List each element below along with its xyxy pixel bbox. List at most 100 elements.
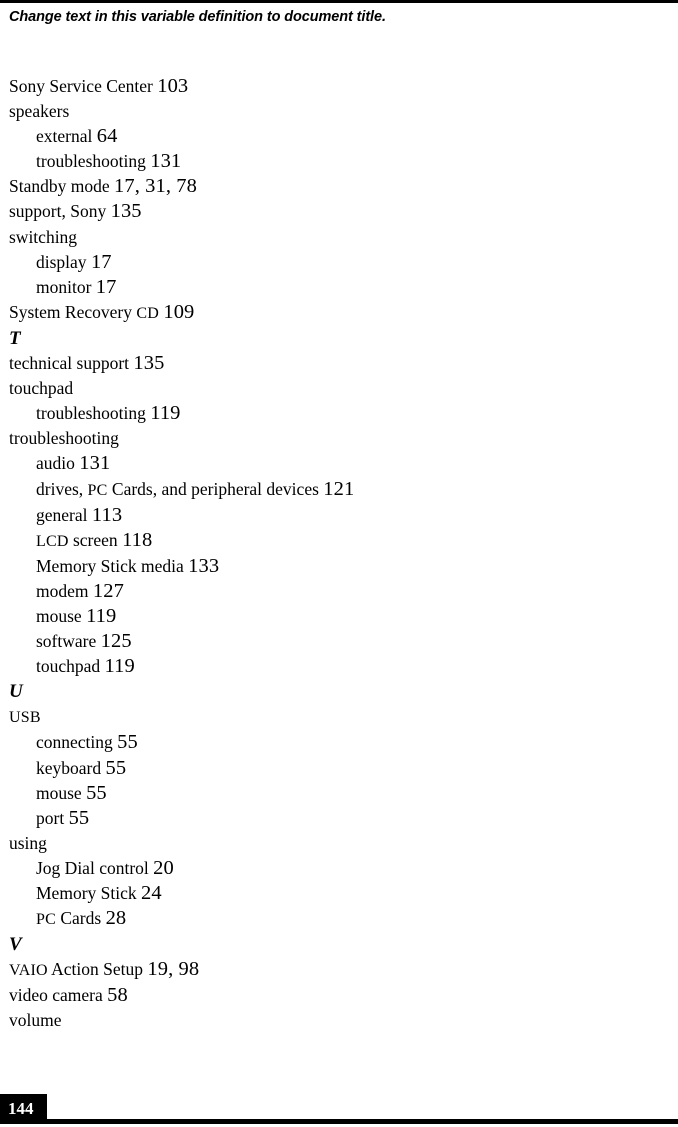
index-entry-pages[interactable]: 135 — [133, 352, 164, 374]
index-entry-pages[interactable]: 20 — [153, 857, 174, 879]
index-entry[interactable]: general 113 — [0, 503, 678, 528]
index-entry-pages[interactable]: 17 — [91, 251, 112, 273]
index-entry-pages[interactable]: 109 — [163, 301, 194, 323]
index-entry-label: monitor — [36, 276, 92, 297]
index-entry-pages[interactable]: 19, 98 — [147, 958, 199, 980]
index-entry-pages[interactable]: 64 — [97, 125, 118, 147]
index-entry[interactable]: monitor 17 — [0, 275, 678, 300]
index-entry-pages[interactable]: 118 — [122, 529, 152, 551]
index-entry-label: troubleshooting — [36, 151, 146, 172]
index-entry-label: video camera — [9, 985, 103, 1006]
index-entry-pages[interactable]: 28 — [106, 907, 127, 929]
index-entry[interactable]: Memory Stick 24 — [0, 881, 678, 906]
index-entry[interactable]: modem 127 — [0, 579, 678, 604]
index-entry-label: modem — [36, 580, 89, 601]
index-entry-label: drives, PC Cards, and peripheral devices — [36, 478, 319, 499]
index-entry-label: touchpad — [9, 378, 74, 399]
index-entry-label: audio — [36, 453, 75, 474]
index-entry[interactable]: USB — [0, 704, 678, 730]
index-entry-pages[interactable]: 17, 31, 78 — [114, 175, 197, 197]
index-entry-label: display — [36, 251, 87, 272]
index-entry[interactable]: Sony Service Center 103 — [0, 74, 678, 99]
index-entry-label: general — [36, 504, 88, 525]
index-entry[interactable]: touchpad 119 — [0, 654, 678, 679]
index-entry[interactable]: troubleshooting 131 — [0, 149, 678, 174]
index-entry[interactable]: keyboard 55 — [0, 756, 678, 781]
page-footer: 144 — [0, 1093, 678, 1127]
index-entry-pages[interactable]: 119 — [150, 402, 180, 424]
index-entry-list: Sony Service Center 103 speakers external … — [0, 74, 678, 1034]
index-entry-label: Jog Dial control — [36, 857, 149, 878]
index-entry[interactable]: software 125 — [0, 629, 678, 654]
document-header-note: Change text in this variable definition … — [9, 9, 386, 25]
index-entry-label: port — [36, 807, 65, 828]
index-entry-pages[interactable]: 131 — [79, 452, 110, 474]
index-entry[interactable]: troubleshooting 119 — [0, 401, 678, 426]
index-entry[interactable]: connecting 55 — [0, 730, 678, 755]
index-entry-label: external — [36, 126, 93, 147]
index-entry-pages[interactable]: 113 — [92, 504, 122, 526]
index-entry-label: mouse — [36, 782, 82, 803]
index-entry[interactable]: touchpad — [0, 376, 678, 401]
index-entry-pages[interactable]: 103 — [157, 75, 188, 97]
index-entry-label: troubleshooting — [36, 403, 146, 424]
index-entry[interactable]: mouse 119 — [0, 604, 678, 629]
index-entry-label: keyboard — [36, 757, 102, 778]
index-entry[interactable]: Memory Stick media 133 — [0, 554, 678, 579]
index-entry-label: System Recovery CD — [9, 301, 159, 322]
index-entry[interactable]: technical support 135 — [0, 351, 678, 376]
index-entry[interactable]: drives, PC Cards, and peripheral devices… — [0, 477, 678, 503]
index-entry-pages[interactable]: 17 — [96, 276, 117, 298]
index-entry[interactable]: support, Sony 135 — [0, 199, 678, 224]
index-entry[interactable]: audio 131 — [0, 451, 678, 476]
index-entry[interactable]: port 55 — [0, 806, 678, 831]
index-entry-pages[interactable]: 55 — [69, 807, 90, 829]
index-entry[interactable]: Standby mode 17, 31, 78 — [0, 174, 678, 199]
index-entry-label: connecting — [36, 732, 113, 753]
index-section-letter: T — [9, 327, 21, 349]
index-entry-pages[interactable]: 133 — [188, 555, 219, 577]
index-entry[interactable]: speakers — [0, 99, 678, 124]
index-entry[interactable]: mouse 55 — [0, 781, 678, 806]
index-entry-label: support, Sony — [9, 201, 107, 222]
index-entry-pages[interactable]: 131 — [150, 150, 181, 172]
index-entry[interactable]: PC Cards 28 — [0, 906, 678, 932]
index-entry-label: software — [36, 631, 97, 652]
index-entry-label: mouse — [36, 605, 82, 626]
index-entry[interactable]: display 17 — [0, 250, 678, 275]
index-entry[interactable]: volume — [0, 1008, 678, 1033]
page-number: 144 — [8, 1099, 34, 1118]
index-entry[interactable]: VAIO Action Setup 19, 98 — [0, 957, 678, 983]
acronym: PC — [87, 481, 108, 499]
index-entry[interactable]: using — [0, 831, 678, 856]
index-entry-label: touchpad — [36, 656, 101, 677]
index-entry[interactable]: external 64 — [0, 124, 678, 149]
index-entry-pages[interactable]: 119 — [105, 655, 135, 677]
index-entry-pages[interactable]: 55 — [117, 731, 138, 753]
index-entry-label: Memory Stick media — [36, 555, 184, 576]
index-entry[interactable]: troubleshooting — [0, 426, 678, 451]
index-entry-pages[interactable]: 55 — [86, 782, 107, 804]
index-entry-pages[interactable]: 135 — [111, 200, 142, 222]
index-entry[interactable]: LCD screen 118 — [0, 528, 678, 554]
index-entry-pages[interactable]: 119 — [86, 605, 116, 627]
index-section-letter: U — [9, 681, 23, 703]
index-entry-pages[interactable]: 55 — [106, 757, 127, 779]
index-entry-label: troubleshooting — [9, 428, 119, 449]
index-entry-label: LCD screen — [36, 529, 118, 550]
acronym: LCD — [36, 532, 69, 550]
footer-rule — [0, 1119, 678, 1124]
index-entry[interactable]: Jog Dial control 20 — [0, 856, 678, 881]
folio-box: 144 — [0, 1094, 47, 1124]
index-entry[interactable]: System Recovery CD 109 — [0, 300, 678, 326]
index-entry-pages[interactable]: 127 — [93, 580, 124, 602]
acronym: USB — [9, 709, 41, 727]
index-entry-pages[interactable]: 58 — [107, 984, 128, 1006]
index-entry-label: switching — [9, 226, 78, 247]
index-entry-pages[interactable]: 24 — [141, 882, 162, 904]
index-entry[interactable]: video camera 58 — [0, 983, 678, 1008]
index-entry-pages[interactable]: 121 — [323, 478, 354, 500]
index-entry-pages[interactable]: 125 — [101, 630, 132, 652]
index-entry-label: Memory Stick — [36, 883, 137, 903]
index-entry[interactable]: switching — [0, 225, 678, 250]
